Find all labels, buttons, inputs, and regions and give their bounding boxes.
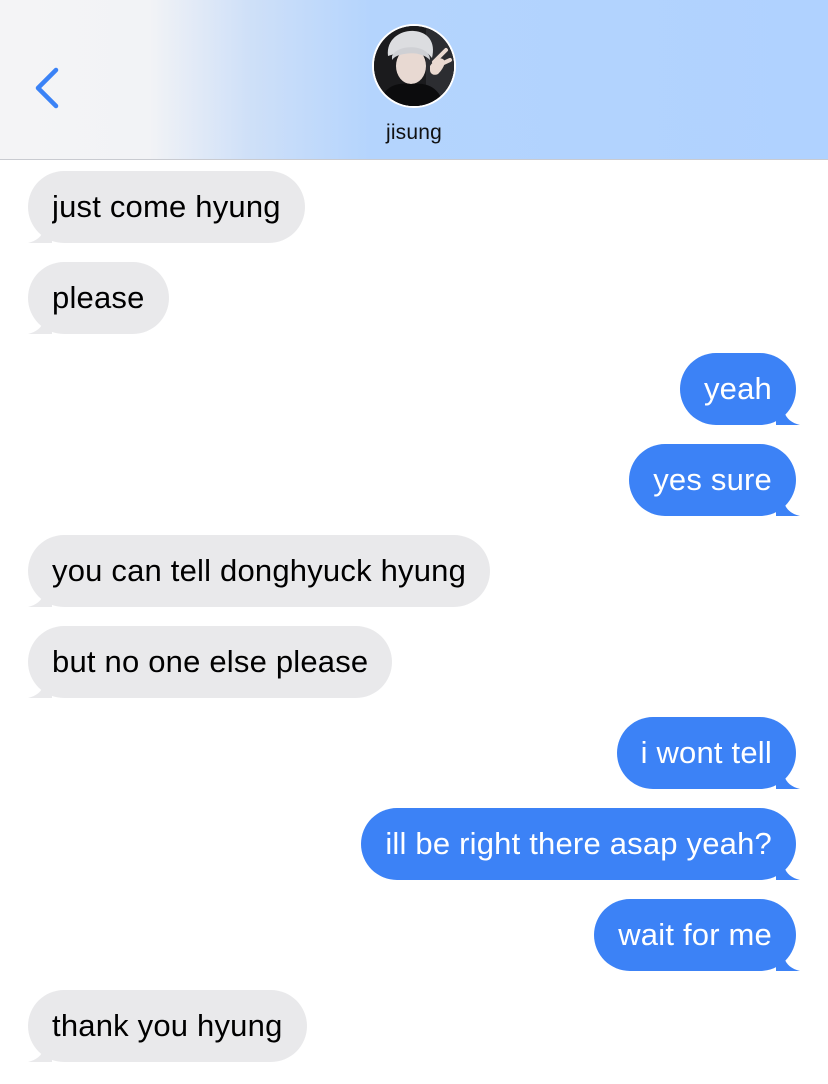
bubble-tail <box>28 1036 52 1062</box>
bubble-tail <box>776 945 800 971</box>
message-text: just come hyung <box>52 189 281 224</box>
bubble-tail <box>776 763 800 789</box>
message-bubble-outgoing[interactable]: ill be right there asap yeah? <box>361 808 800 880</box>
bubble-tail <box>28 308 52 334</box>
message-bubble-incoming[interactable]: you can tell donghyuck hyung <box>28 535 491 607</box>
bubble-tail <box>28 672 52 698</box>
bubble-tail <box>776 854 800 880</box>
message-bubble-outgoing[interactable]: yeah <box>679 353 800 425</box>
message-bubble-outgoing[interactable]: i wont tell <box>616 717 800 789</box>
message-text: ill be right there asap yeah? <box>385 826 772 861</box>
bubble-tail <box>776 490 800 516</box>
conversation-header: jisung <box>0 0 828 160</box>
message-bubble-incoming[interactable]: thank you hyung <box>28 990 307 1062</box>
message-text: thank you hyung <box>52 1008 283 1043</box>
bubble-tail <box>28 217 52 243</box>
bubble-tail <box>776 399 800 425</box>
message-bubble-incoming[interactable]: just come hyung <box>28 171 305 243</box>
contact-name[interactable]: jisung <box>314 121 514 145</box>
message-bubble-outgoing[interactable]: wait for me <box>594 899 800 971</box>
avatar-photo <box>374 26 454 106</box>
message-bubble-incoming[interactable]: please <box>28 262 169 334</box>
message-text: i wont tell <box>640 735 772 770</box>
message-bubble-outgoing[interactable]: yes sure <box>629 444 800 516</box>
message-text: wait for me <box>618 917 772 952</box>
message-text: please <box>52 280 145 315</box>
bubble-tail <box>28 581 52 607</box>
message-text: yeah <box>703 371 772 406</box>
contact-avatar[interactable] <box>372 24 456 108</box>
message-text: but no one else please <box>52 644 369 679</box>
message-text: yes sure <box>653 462 772 497</box>
chevron-left-icon <box>35 67 59 109</box>
back-button[interactable] <box>28 62 68 114</box>
message-text: you can tell donghyuck hyung <box>52 553 467 588</box>
message-bubble-incoming[interactable]: but no one else please <box>28 626 393 698</box>
